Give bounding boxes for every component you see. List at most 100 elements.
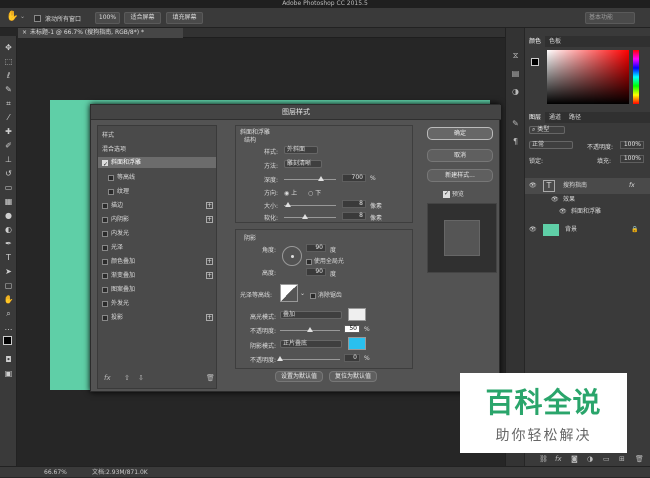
style-checkbox[interactable] xyxy=(102,258,108,265)
chevron-down-icon[interactable]: ⌄ xyxy=(300,290,305,297)
shadow-opacity-field[interactable]: 0 xyxy=(344,354,360,362)
gradient-tool-icon[interactable]: ▦ xyxy=(3,196,14,207)
arrow-down-icon[interactable]: ⇩ xyxy=(138,374,144,382)
anti-alias-box[interactable] xyxy=(310,292,316,299)
fg-swatch[interactable] xyxy=(531,58,539,66)
ok-button[interactable]: 确定 xyxy=(427,127,493,140)
effects-row[interactable]: 👁 效果 xyxy=(525,194,650,206)
fit-screen-button[interactable]: 适合屏幕 xyxy=(124,12,161,24)
scroll-all-checkbox[interactable] xyxy=(34,14,41,22)
type-tool-icon[interactable]: T xyxy=(3,252,14,263)
opacity-field[interactable]: 100% xyxy=(620,141,644,149)
eye-icon[interactable]: 👁 xyxy=(551,194,559,206)
style-item-texture[interactable]: 纹理 xyxy=(98,186,216,197)
effect-bevel-row[interactable]: 👁 斜面和浮雕 xyxy=(525,206,650,218)
global-light-checkbox[interactable]: 使用全局光 xyxy=(306,256,344,265)
style-item-inner-glow[interactable]: 内发光 xyxy=(98,228,216,239)
reset-default-button[interactable]: 复位为默认值 xyxy=(329,371,377,382)
soften-field[interactable]: 8 xyxy=(342,212,366,220)
chevron-down-icon[interactable]: ⌄ xyxy=(20,13,25,20)
brush-tool-icon[interactable]: ✐ xyxy=(3,140,14,151)
paragraph-panel-icon[interactable]: ¶ xyxy=(510,136,521,147)
new-layer-icon[interactable]: ⊞ xyxy=(619,452,625,466)
anti-alias-checkbox[interactable]: 消除锯齿 xyxy=(310,290,342,299)
tab-color[interactable]: 颜色 xyxy=(525,36,546,47)
eye-icon[interactable]: 👁 xyxy=(529,222,537,238)
trash-icon[interactable]: 🗑 xyxy=(635,452,644,466)
style-select[interactable]: 外斜面 xyxy=(284,146,318,154)
add-icon[interactable]: + xyxy=(206,202,213,209)
style-item-stroke[interactable]: 描边 + xyxy=(98,200,216,211)
style-checkbox[interactable] xyxy=(108,174,114,181)
eye-icon[interactable]: 👁 xyxy=(529,178,537,194)
history-panel-icon[interactable]: ⧖ xyxy=(510,50,521,61)
path-select-tool-icon[interactable]: ➤ xyxy=(3,266,14,277)
fill-screen-button[interactable]: 填充屏幕 xyxy=(166,12,203,24)
style-checkbox[interactable] xyxy=(108,188,114,195)
move-tool-icon[interactable]: ✥ xyxy=(3,42,14,53)
layer-kind-filter[interactable]: ⌕ 类型 xyxy=(529,126,565,134)
crop-tool-icon[interactable]: ⌗ xyxy=(3,98,14,109)
tab-swatches[interactable]: 色板 xyxy=(545,38,565,45)
style-item-bevel[interactable]: 斜面和浮雕 xyxy=(98,157,216,170)
brush-panel-icon[interactable]: ✎ xyxy=(510,118,521,129)
style-item-inner-shadow[interactable]: 内阴影 + xyxy=(98,214,216,225)
zoom-100-button[interactable]: 100% xyxy=(95,12,120,24)
soften-slider-knob[interactable] xyxy=(301,214,308,219)
lasso-tool-icon[interactable]: ℓ xyxy=(3,70,14,81)
screen-mode-icon[interactable]: ▣ xyxy=(3,368,14,379)
direction-up-radio[interactable]: ◉ 上 xyxy=(284,188,297,197)
shadow-opacity-knob[interactable] xyxy=(277,356,283,361)
depth-slider[interactable] xyxy=(284,176,336,181)
pen-tool-icon[interactable]: ✒ xyxy=(3,238,14,249)
shadow-mode-select[interactable]: 正片叠底 xyxy=(280,340,342,348)
stamp-tool-icon[interactable]: ⊥ xyxy=(3,154,14,165)
style-checkbox[interactable] xyxy=(102,300,108,307)
add-icon[interactable]: + xyxy=(206,272,213,279)
eye-icon[interactable]: 👁 xyxy=(559,206,567,218)
highlight-opacity-slider[interactable] xyxy=(280,327,340,332)
style-item-drop-shadow[interactable]: 投影 + xyxy=(98,312,216,323)
style-checkbox[interactable] xyxy=(102,230,108,237)
trash-icon[interactable]: 🗑 xyxy=(206,374,215,382)
shadow-color-swatch[interactable] xyxy=(348,337,366,350)
style-item-color-overlay[interactable]: 颜色叠加 + xyxy=(98,256,216,267)
preview-checkbox[interactable]: 预览 xyxy=(443,189,464,198)
quick-select-tool-icon[interactable]: ✎ xyxy=(3,84,14,95)
fx-icon[interactable]: fx xyxy=(555,452,562,466)
shape-tool-icon[interactable]: ▢ xyxy=(3,280,14,291)
link-icon[interactable]: ⛓ xyxy=(539,452,548,466)
angle-field[interactable]: 90 xyxy=(306,244,326,252)
altitude-field[interactable]: 90 xyxy=(306,268,326,276)
blend-options-item[interactable]: 混合选项 xyxy=(98,144,216,155)
add-icon[interactable]: + xyxy=(206,314,213,321)
cancel-button[interactable]: 取消 xyxy=(427,149,493,162)
style-item-pattern-overlay[interactable]: 图案叠加 xyxy=(98,284,216,295)
layer-row[interactable]: 👁 T 搜狗指南 fx xyxy=(525,178,650,194)
shadow-opacity-slider[interactable] xyxy=(277,356,340,361)
direction-down-radio[interactable]: ○ 下 xyxy=(308,188,321,197)
layer-row[interactable]: 👁 背景 🔒 xyxy=(525,222,650,238)
dodge-tool-icon[interactable]: ◐ xyxy=(3,224,14,235)
healing-tool-icon[interactable]: ✚ xyxy=(3,126,14,137)
depth-field[interactable]: 700 xyxy=(342,174,366,182)
style-checkbox[interactable] xyxy=(102,159,108,170)
marquee-tool-icon[interactable]: ⬚ xyxy=(3,56,14,67)
style-item-contour[interactable]: 等高线 xyxy=(98,172,216,183)
style-checkbox[interactable] xyxy=(102,314,108,321)
style-checkbox[interactable] xyxy=(102,286,108,293)
highlight-opacity-knob[interactable] xyxy=(307,327,313,332)
zoom-level[interactable]: 66.67% xyxy=(44,467,67,478)
global-light-box[interactable] xyxy=(306,258,312,265)
style-checkbox[interactable] xyxy=(102,244,108,251)
tab-layers[interactable]: 图层 xyxy=(525,112,546,123)
style-item-satin[interactable]: 光泽 xyxy=(98,242,216,253)
add-icon[interactable]: + xyxy=(206,216,213,223)
eyedropper-tool-icon[interactable]: ⁄ xyxy=(3,112,14,123)
color-picker-field[interactable] xyxy=(547,50,629,104)
tab-channels[interactable]: 通道 xyxy=(545,114,565,121)
style-item-gradient-overlay[interactable]: 渐变叠加 + xyxy=(98,270,216,281)
fx-icon[interactable]: fx xyxy=(104,374,111,382)
size-slider[interactable] xyxy=(284,202,336,207)
workspace-select[interactable]: 基本功能 xyxy=(585,12,635,24)
